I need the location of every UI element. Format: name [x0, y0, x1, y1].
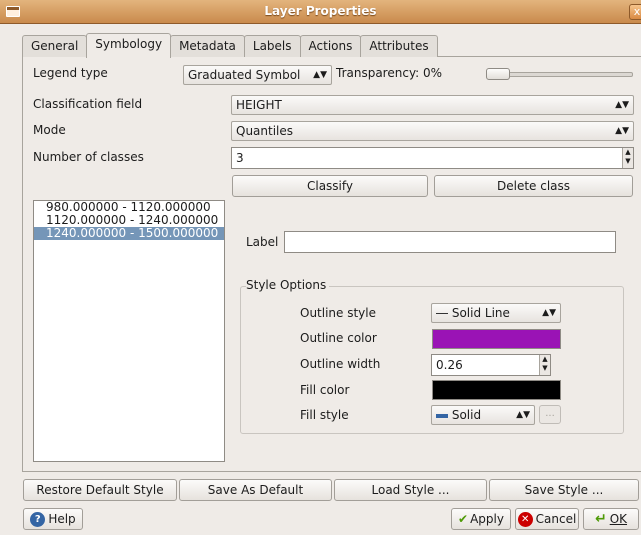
- tab-attributes[interactable]: Attributes: [360, 35, 438, 57]
- tab-bar: General Symbology Metadata Labels Action…: [22, 33, 438, 58]
- outline-width-value: 0.26: [436, 358, 463, 372]
- fill-style-more-button[interactable]: ...: [539, 405, 561, 424]
- updown-arrow-icon: ▲▼: [615, 100, 629, 110]
- number-of-classes-spinbox[interactable]: 3 ▲ ▼: [231, 147, 634, 169]
- outline-color-button[interactable]: [432, 329, 561, 349]
- number-of-classes-label: Number of classes: [33, 150, 144, 164]
- line-swatch-icon: [436, 313, 448, 314]
- legend-type-value: Graduated Symbol: [188, 68, 301, 82]
- classification-field-value: HEIGHT: [236, 98, 282, 112]
- help-button[interactable]: ? Help: [23, 508, 83, 530]
- class-label: 1240.000000 - 1500.000000: [46, 226, 219, 240]
- tab-actions[interactable]: Actions: [299, 35, 362, 57]
- legend-type-combo[interactable]: Graduated Symbol ▲▼: [183, 65, 332, 85]
- checkmark-icon: ✔: [458, 512, 469, 526]
- ok-button[interactable]: ↵ OK: [583, 508, 639, 530]
- label-field-label: Label: [246, 235, 279, 249]
- updown-arrow-icon: ▲▼: [542, 308, 556, 318]
- fill-style-value: Solid: [451, 408, 482, 422]
- spin-arrows-icon[interactable]: ▲ ▼: [539, 355, 550, 375]
- fill-color-label: Fill color: [300, 383, 350, 397]
- ok-label: OK: [609, 512, 628, 526]
- class-list[interactable]: 980.000000 - 1120.000000 1120.000000 - 1…: [33, 200, 225, 462]
- fill-color-button[interactable]: [432, 380, 561, 400]
- outline-style-combo[interactable]: Solid Line ▲▼: [431, 303, 561, 323]
- class-label: 980.000000 - 1120.000000: [46, 200, 211, 214]
- apply-label: Apply: [470, 512, 504, 526]
- outline-width-label: Outline width: [300, 357, 381, 371]
- save-style-button[interactable]: Save Style ...: [489, 479, 639, 501]
- mode-combo[interactable]: Quantiles ▲▼: [231, 121, 634, 141]
- tab-labels[interactable]: Labels: [243, 35, 301, 57]
- outline-style-label: Outline style: [300, 306, 377, 320]
- mode-label: Mode: [33, 123, 66, 137]
- mode-value: Quantiles: [236, 124, 294, 138]
- classification-field-combo[interactable]: HEIGHT ▲▼: [231, 95, 634, 115]
- cancel-button[interactable]: ✕ Cancel: [515, 508, 579, 530]
- title-bar: Layer Properties x: [0, 0, 641, 24]
- list-item[interactable]: 1240.000000 - 1500.000000: [34, 227, 224, 240]
- fill-swatch-icon: [436, 413, 448, 418]
- enter-arrow-icon: ↵: [594, 511, 607, 527]
- spin-arrows-icon[interactable]: ▲ ▼: [622, 148, 633, 168]
- tab-symbology[interactable]: Symbology: [86, 33, 172, 58]
- updown-arrow-icon: ▲▼: [516, 410, 530, 420]
- classify-button[interactable]: Classify: [232, 175, 428, 197]
- window-title: Layer Properties: [264, 4, 377, 18]
- label-input[interactable]: [284, 231, 616, 253]
- save-as-default-button[interactable]: Save As Default: [179, 479, 332, 501]
- transparency-slider-handle[interactable]: [486, 68, 510, 80]
- outline-style-value: Solid Line: [451, 306, 510, 320]
- load-style-button[interactable]: Load Style ...: [334, 479, 487, 501]
- help-label: Help: [48, 512, 76, 526]
- updown-arrow-icon: ▲▼: [313, 70, 327, 80]
- transparency-label: Transparency: 0%: [336, 66, 443, 80]
- fill-style-label: Fill style: [300, 408, 349, 422]
- apply-button[interactable]: ✔ Apply: [451, 508, 511, 530]
- updown-arrow-icon: ▲▼: [615, 126, 629, 136]
- classification-field-label: Classification field: [33, 97, 143, 111]
- delete-class-button[interactable]: Delete class: [434, 175, 633, 197]
- outline-color-label: Outline color: [300, 331, 377, 345]
- tab-general[interactable]: General: [22, 35, 88, 57]
- outline-width-spinbox[interactable]: 0.26 ▲ ▼: [431, 354, 551, 376]
- restore-default-style-button[interactable]: Restore Default Style: [23, 479, 177, 501]
- transparency-slider-track[interactable]: [490, 72, 633, 77]
- tab-metadata[interactable]: Metadata: [170, 35, 245, 57]
- style-options-title: Style Options: [246, 278, 330, 292]
- cancel-icon: ✕: [517, 512, 533, 527]
- cancel-label: Cancel: [535, 512, 577, 526]
- legend-type-label: Legend type: [33, 66, 108, 80]
- layer-properties-window: Layer Properties x General Symbology Met…: [0, 0, 641, 535]
- help-icon: ?: [30, 512, 46, 527]
- fill-style-combo[interactable]: Solid ▲▼: [431, 405, 535, 425]
- number-of-classes-value: 3: [236, 151, 244, 165]
- class-label: 1120.000000 - 1240.000000: [46, 213, 219, 227]
- close-icon[interactable]: x: [629, 4, 641, 20]
